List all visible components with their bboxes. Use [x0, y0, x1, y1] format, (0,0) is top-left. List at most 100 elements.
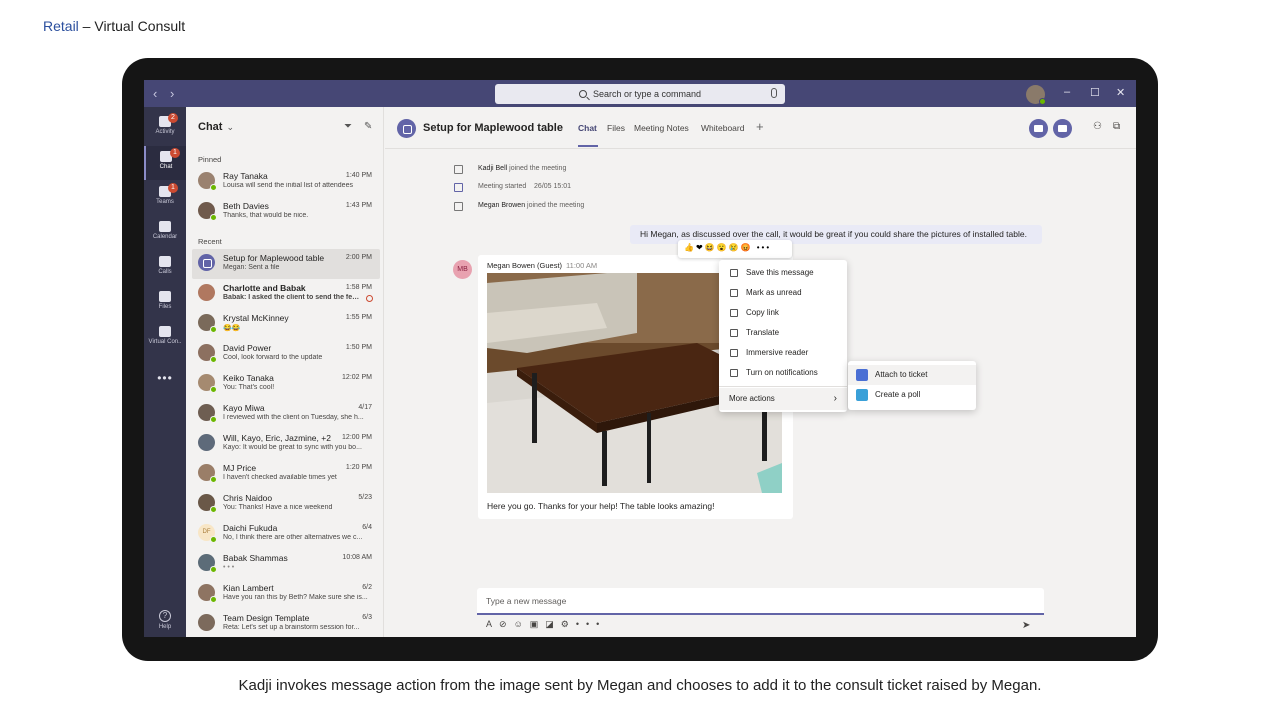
minimize-icon[interactable]: – [1064, 86, 1070, 98]
menu-item-more-actions[interactable]: More actions › [719, 388, 847, 410]
chat-item[interactable]: Kian Lambert 6/2 Have you ran this by Be… [192, 579, 380, 609]
format-icon[interactable]: A [486, 619, 499, 629]
more-options-icon[interactable]: ••• [576, 619, 606, 629]
reaction-bar[interactable]: 👍❤😆😮😢😡 ••• [678, 240, 792, 258]
menu-item-mark-unread[interactable]: Mark as unread [719, 283, 847, 303]
chat-item-preview: No, I think there are other alternatives… [223, 534, 363, 541]
avatar [198, 202, 217, 221]
rail-item-activity[interactable]: 2 Activity [144, 111, 186, 145]
gif-icon[interactable]: ▣ [530, 619, 546, 629]
microphone-icon[interactable] [771, 88, 777, 98]
search-box[interactable]: Search or type a command [495, 84, 785, 104]
chat-item[interactable]: Babak Shammas 10:08 AM • • • [192, 549, 380, 579]
avatar [198, 344, 217, 363]
chat-item-preview: I reviewed with the client on Tuesday, s… [223, 414, 364, 421]
add-people-icon[interactable]: ⚇ [1093, 121, 1102, 132]
chat-item[interactable]: Will, Kayo, Eric, Jazmine, +2 12:00 PM K… [192, 429, 380, 459]
chat-item-time: 12:02 PM [342, 374, 372, 381]
presence-icon [210, 356, 217, 363]
message-sender: Megan Bowen (Guest) 11:00 AM [487, 261, 598, 270]
tab-files[interactable]: Files [607, 123, 625, 133]
rail-item-virtual-consult[interactable]: Virtual Con.. [144, 321, 186, 355]
help-button[interactable]: ? Help [144, 610, 186, 630]
tab-meeting-notes[interactable]: Meeting Notes [634, 123, 689, 133]
more-apps-icon[interactable]: ••• [144, 371, 186, 385]
chat-item-preview: 😂😂 [223, 325, 241, 332]
chat-item[interactable]: Beth Davies 1:43 PM Thanks, that would b… [192, 197, 380, 227]
chat-item-selected[interactable]: Setup for Maplewood table 2:00 PM Megan:… [192, 249, 380, 279]
chat-item-time: 4/17 [358, 404, 372, 411]
chat-item[interactable]: Krystal McKinney 1:55 PM 😂😂 [192, 309, 380, 339]
menu-item-attach-to-ticket[interactable]: Attach to ticket [848, 365, 976, 385]
attach-icon[interactable]: ⊘ [499, 619, 514, 629]
message-context-menu: Save this message Mark as unread Copy li… [719, 260, 847, 412]
avatar: MB [453, 260, 472, 279]
send-icon[interactable]: ➤ [1022, 620, 1030, 631]
presence-icon [210, 566, 217, 573]
meeting-icon [454, 183, 463, 192]
chat-item-preview: Thanks, that would be nice. [223, 212, 309, 219]
chat-item[interactable]: David Power 1:50 PM Cool, look forward t… [192, 339, 380, 369]
menu-item-save-message[interactable]: Save this message [719, 263, 847, 283]
rail-item-teams[interactable]: 1 Teams [144, 181, 186, 215]
user-avatar[interactable] [1026, 85, 1046, 105]
filter-icon[interactable]: ⏷ [344, 121, 352, 132]
message-compose-box[interactable]: Type a new message [477, 588, 1044, 615]
chat-badge: 1 [170, 148, 180, 158]
rail-item-calendar[interactable]: Calendar [144, 216, 186, 250]
rail-item-files[interactable]: Files [144, 286, 186, 320]
add-tab-icon[interactable]: + [756, 119, 764, 134]
translate-icon [730, 329, 738, 337]
back-arrow-icon[interactable]: ‹ [153, 86, 157, 101]
video-call-button[interactable] [1029, 119, 1048, 138]
conversation-title: Setup for Maplewood table [423, 122, 563, 134]
avatar [198, 614, 215, 631]
pop-out-icon[interactable]: ⧉ [1113, 121, 1120, 132]
audio-call-button[interactable] [1053, 119, 1072, 138]
chat-item-time: 1:40 PM [345, 172, 372, 179]
sticker-icon[interactable]: ◪ [545, 619, 561, 629]
presence-icon [210, 506, 217, 513]
menu-item-notifications[interactable]: Turn on notifications [719, 363, 847, 383]
tab-chat[interactable]: Chat [578, 123, 597, 133]
menu-item-create-poll[interactable]: Create a poll [848, 385, 976, 405]
chat-item[interactable]: Ray Tanaka 1:40 PM Louisa will send the … [192, 167, 380, 197]
chat-item[interactable]: Kayo Miwa 4/17 I reviewed with the clien… [192, 399, 380, 429]
chat-item[interactable]: Chris Naidoo 5/23 You: Thanks! Have a ni… [192, 489, 380, 519]
forward-arrow-icon[interactable]: › [170, 86, 174, 101]
rail-item-calls[interactable]: Calls [144, 251, 186, 285]
chat-item[interactable]: Keiko Tanaka 12:02 PM You: That's cool! [192, 369, 380, 399]
system-message: Meeting started 26/05 15:01 [454, 183, 571, 192]
help-icon: ? [159, 610, 171, 622]
message-text: Here you go. Thanks for your help! The t… [487, 501, 715, 511]
avatar [198, 494, 217, 513]
chat-item-name: Team Design Template [223, 613, 310, 623]
chat-item[interactable]: Team Design Template 6/3 Reta: Let's set… [192, 609, 380, 637]
chat-list-header[interactable]: Chat ⌄ [198, 121, 234, 133]
chat-item-name: Will, Kayo, Eric, Jazmine, +2 [223, 433, 331, 443]
menu-divider [719, 386, 847, 387]
menu-item-translate[interactable]: Translate [719, 323, 847, 343]
chat-item-preview: Kayo: It would be great to sync with you… [223, 444, 362, 451]
avatar [198, 404, 217, 423]
ticket-app-icon [856, 369, 868, 381]
chat-item[interactable]: MJ Price 1:20 PM I haven't checked avail… [192, 459, 380, 489]
chat-item[interactable]: DF Daichi Fukuda 6/4 No, I think there a… [192, 519, 380, 549]
chat-item-name: Charlotte and Babak [223, 283, 306, 293]
tab-whiteboard[interactable]: Whiteboard [701, 123, 744, 133]
menu-item-immersive-reader[interactable]: Immersive reader [719, 343, 847, 363]
emoji-icon[interactable]: ☺ [514, 619, 530, 629]
meet-now-icon[interactable]: ⚙ [561, 619, 576, 629]
virtual-consult-icon [159, 326, 171, 337]
chat-item-time: 6/3 [362, 614, 372, 621]
new-chat-icon[interactable]: ✎ [364, 121, 372, 132]
chat-item-time: 10:08 AM [342, 554, 372, 561]
rail-item-chat[interactable]: 1 Chat [144, 146, 186, 180]
chat-item-preview: Reta: Let's set up a brainstorm session … [223, 624, 360, 631]
pinned-section-label: Pinned [198, 155, 222, 164]
maximize-icon[interactable]: ☐ [1090, 86, 1100, 99]
chat-item-preview: I haven't checked available times yet [223, 474, 337, 481]
chat-item[interactable]: Charlotte and Babak 1:58 PM Babak: I ask… [192, 279, 380, 309]
menu-item-copy-link[interactable]: Copy link [719, 303, 847, 323]
close-icon[interactable]: ✕ [1116, 86, 1125, 99]
